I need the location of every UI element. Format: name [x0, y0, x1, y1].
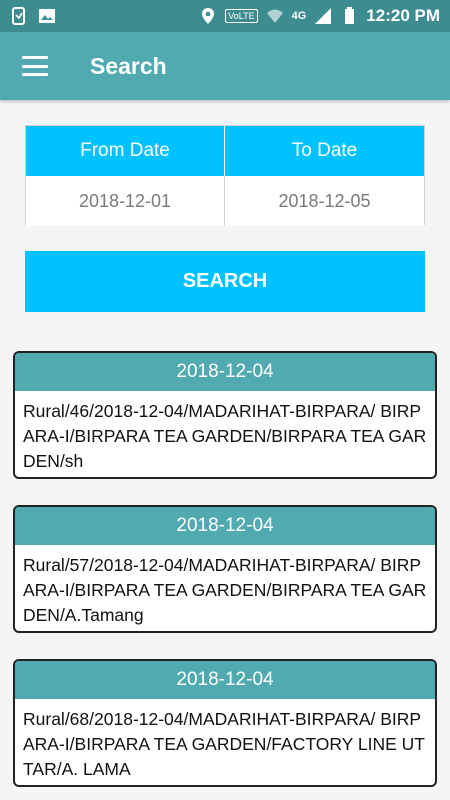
- to-date-field[interactable]: 2018-12-05: [225, 176, 424, 226]
- result-card-text: Rural/46/2018-12-04/MADARIHAT-BIRPARA/ B…: [23, 401, 427, 471]
- to-date-header: To Date: [225, 126, 424, 176]
- location-icon: [202, 8, 215, 24]
- clock: 12:20 PM: [366, 6, 440, 25]
- image-icon: [39, 9, 55, 23]
- date-filter: From Date To Date 2018-12-01 2018-12-05: [25, 125, 425, 226]
- result-card-date: 2018-12-04: [15, 507, 435, 545]
- result-card-date: 2018-12-04: [15, 353, 435, 391]
- status-bar: VoLTE 4G 12:20 PM: [0, 0, 450, 32]
- from-date-field[interactable]: 2018-12-01: [26, 176, 225, 226]
- result-card[interactable]: 2018-12-04 Rural/68/2018-12-04/MADARIHAT…: [13, 659, 437, 787]
- wifi-icon: [266, 9, 283, 23]
- result-card[interactable]: 2018-12-04 Rural/57/2018-12-04/MADARIHAT…: [13, 505, 437, 633]
- signal-icon: [315, 8, 332, 24]
- result-card-date: 2018-12-04: [15, 661, 435, 699]
- volte-indicator: VoLTE: [225, 9, 258, 23]
- from-date-header: From Date: [26, 126, 225, 176]
- network-type: 4G: [291, 10, 307, 22]
- search-button[interactable]: SEARCH: [25, 251, 425, 312]
- battery-icon: [345, 7, 355, 24]
- page-title: Search: [90, 52, 167, 79]
- result-card-text: Rural/68/2018-12-04/MADARIHAT-BIRPARA/ B…: [23, 709, 425, 779]
- phone-screen-icon: [12, 7, 25, 25]
- result-card-text: Rural/57/2018-12-04/MADARIHAT-BIRPARA/ B…: [23, 555, 427, 625]
- hamburger-icon[interactable]: [22, 56, 48, 76]
- app-bar: Search: [0, 32, 450, 100]
- result-card[interactable]: 2018-12-04 Rural/46/2018-12-04/MADARIHAT…: [13, 351, 437, 479]
